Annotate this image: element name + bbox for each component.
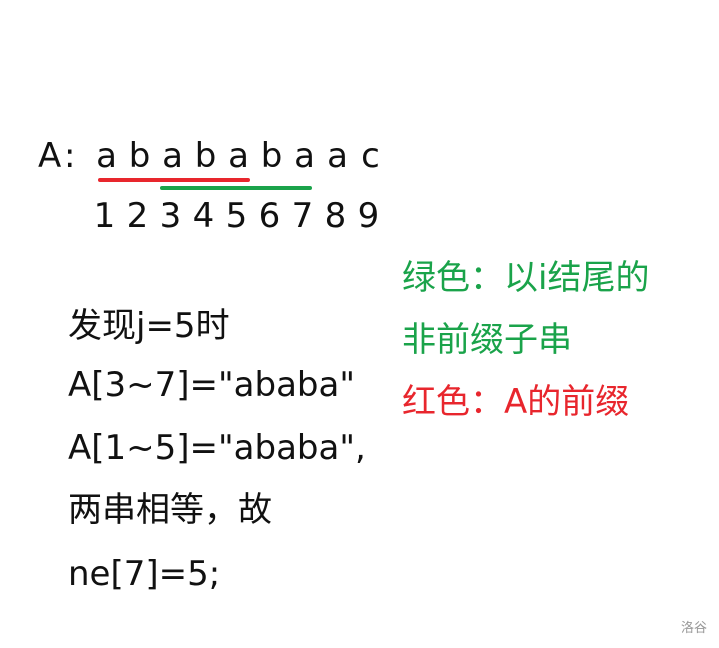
explanation-line-1: 发现j=5时	[68, 306, 230, 346]
index-4: 4	[192, 196, 215, 236]
legend-green-line-2: 非前缀子串	[402, 320, 572, 360]
index-5: 5	[225, 196, 248, 236]
char-1: a	[96, 136, 117, 176]
explanation-line-2: A[3~7]="ababa"	[68, 365, 355, 405]
explanation-line-5: ne[7]=5;	[68, 554, 221, 594]
index-8: 8	[324, 196, 347, 236]
char-6: b	[260, 136, 283, 176]
legend-red-line: 红色：A的前缀	[402, 382, 630, 422]
watermark-text: 洛谷	[680, 621, 707, 636]
prefix-underline-red	[98, 178, 250, 182]
index-9: 9	[357, 196, 380, 236]
string-colon: :	[64, 136, 76, 176]
explanation-line-4: 两串相等，故	[68, 490, 272, 530]
char-9: c	[361, 136, 380, 176]
char-5: a	[228, 136, 249, 176]
string-label: A	[38, 136, 62, 176]
index-1: 1	[93, 196, 116, 236]
char-2: b	[128, 136, 151, 176]
explanation-line-3: A[1~5]="ababa",	[68, 428, 366, 468]
legend-green-line-1: 绿色：以i结尾的	[402, 258, 650, 298]
char-7: a	[294, 136, 315, 176]
char-8: a	[327, 136, 348, 176]
index-3: 3	[159, 196, 182, 236]
index-7: 7	[291, 196, 314, 236]
suffix-underline-green	[160, 186, 312, 190]
index-6: 6	[258, 196, 281, 236]
char-3: a	[162, 136, 183, 176]
index-2: 2	[126, 196, 149, 236]
char-4: b	[194, 136, 217, 176]
